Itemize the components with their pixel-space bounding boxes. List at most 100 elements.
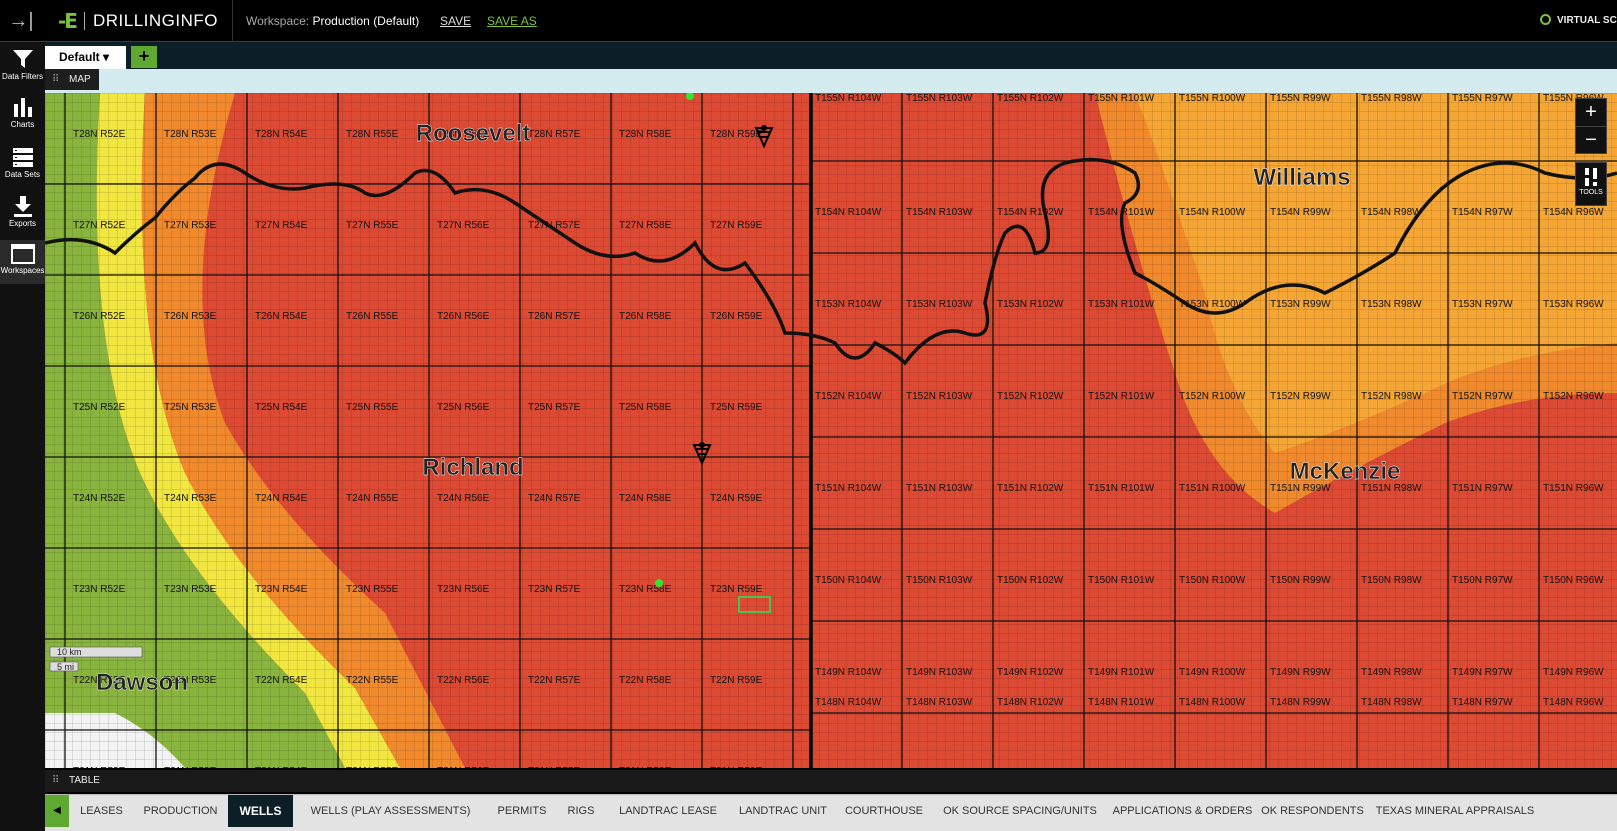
township-label: T153N R102W [997,299,1064,310]
target-icon [1540,14,1551,25]
filter-icon [12,50,33,68]
township-label: T150N R102W [997,575,1064,586]
sidebar-item-exports[interactable]: Exports [0,195,45,228]
tab-applications-orders[interactable]: APPLICATIONS & ORDERS [1108,795,1257,827]
drillinginfo-logo[interactable]: -E DRILLINGINFO [58,9,218,33]
township-label: T151N R97W [1452,483,1513,494]
logo-separator [83,12,85,30]
township-label: T149N R98W [1361,667,1422,678]
township-label: T24N R57E [528,493,581,504]
well-point-icon[interactable] [655,579,663,587]
township-label: T24N R52E [73,493,126,504]
township-label: T24N R53E [164,493,217,504]
download-icon [13,196,32,217]
township-label: T25N R59E [710,402,763,413]
township-label: T26N R54E [255,311,308,322]
scale-km-label: 10 km [57,647,82,657]
save-as-button[interactable]: SAVE AS [487,14,537,28]
township-label: T149N R104W [815,667,882,678]
township-label: T28N R55E [346,129,399,140]
township-label: T26N R52E [73,311,126,322]
township-label: T155N R99W [1270,93,1331,104]
township-label: T148N R102W [997,697,1064,708]
tab-permits[interactable]: PERMITS [488,795,556,827]
township-label: T153N R100W [1179,299,1246,310]
collapse-sidebar-icon[interactable]: →| [6,6,36,36]
county-label: Williams [1253,164,1350,191]
township-label: T148N R98W [1361,697,1422,708]
tab-texas-mineral-appraisals[interactable]: TEXAS MINERAL APPRAISALS [1368,795,1542,827]
sidebar-item-data-filters[interactable]: Data Filters [0,48,45,81]
tab-landtrac-unit[interactable]: LANDTRAC UNIT [730,795,836,827]
sidebar-item-data-sets[interactable]: Data Sets [0,146,45,179]
township-label: T152N R96W [1543,391,1604,402]
add-tab-button[interactable]: + [131,46,157,68]
township-label: T151N R96W [1543,483,1604,494]
zoom-out-button[interactable]: − [1576,126,1606,153]
sidebar-item-label: Exports [8,219,37,228]
tab-rigs[interactable]: RIGS [556,795,606,827]
township-label: T21N R58E [619,766,672,768]
township-label: T25N R53E [164,402,217,413]
township-label: T25N R56E [437,402,490,413]
tab-wells[interactable]: WELLS [228,795,293,827]
township-label: T149N R100W [1179,667,1246,678]
township-label: T21N R57E [528,766,581,768]
township-label: T27N R56E [437,220,490,231]
tabs-scroll-left-button[interactable]: ◀ [45,795,69,827]
county-label: Roosevelt [416,120,531,147]
township-label: T27N R57E [528,220,581,231]
left-sidebar: Data Filters Charts Data Sets Exports Wo… [0,42,45,831]
sidebar-item-label: Data Filters [2,72,43,81]
tab-production[interactable]: PRODUCTION [133,795,228,827]
virtual-scout-link[interactable]: VIRTUAL SCO [1540,14,1617,26]
bar-chart-icon [13,98,32,117]
save-button[interactable]: SAVE [440,14,471,28]
map-panel-header[interactable]: MAP [45,69,99,90]
township-label: T153N R101W [1088,299,1155,310]
tab-ok-source-spacing-units[interactable]: OK SOURCE SPACING/UNITS [932,795,1108,827]
township-label: T21N R54E [255,766,308,768]
township-label: T154N R102W [997,207,1064,218]
township-label: T23N R59E [710,584,763,595]
township-label: T149N R102W [997,667,1064,678]
township-label: T151N R102W [997,483,1064,494]
township-label: T149N R96W [1543,667,1604,678]
township-label: T27N R53E [164,220,217,231]
tools-button[interactable]: TOOLS [1575,162,1607,206]
township-label: T21N R56E [437,766,490,768]
tab-default[interactable]: Default ▾ [45,46,126,69]
table-panel-label[interactable]: TABLE [45,770,108,792]
county-label: Dawson [96,669,188,696]
tab-landtrac-lease[interactable]: LANDTRAC LEASE [606,795,730,827]
township-label: T28N R52E [73,129,126,140]
workspace-name: Production (Default) [312,14,420,28]
tab-courthouse[interactable]: COURTHOUSE [836,795,932,827]
township-label: T154N R100W [1179,207,1246,218]
zoom-in-button[interactable]: + [1576,99,1606,126]
tab-wells-play-assessments[interactable]: WELLS (PLAY ASSESSMENTS) [293,795,488,827]
township-label: T154N R103W [906,207,973,218]
township-label: T152N R97W [1452,391,1513,402]
township-label: T26N R53E [164,311,217,322]
township-label: T155N R104W [815,93,882,104]
map-panel: MAP T28N R52E T28N R53E T28N R54E T28N R55E… [45,69,1617,768]
township-label: T27N R58E [619,220,672,231]
tools-label: TOOLS [1579,189,1603,196]
tab-leases[interactable]: LEASES [70,795,133,827]
township-label: T152N R103W [906,391,973,402]
township-label: T26N R58E [619,311,672,322]
table-panel-header: TABLE [45,770,1617,792]
dataset-icon [12,148,33,167]
map-canvas[interactable]: T28N R52E T28N R53E T28N R54E T28N R55E T28N… [45,93,1617,768]
township-label: T151N R101W [1088,483,1155,494]
township-label: T24N R54E [255,493,308,504]
tab-ok-respondents[interactable]: OK RESPONDENTS [1257,795,1368,827]
township-label: T149N R97W [1452,667,1513,678]
sidebar-item-workspaces[interactable]: Workspaces [0,240,45,284]
township-label: T28N R54E [255,129,308,140]
township-label: T26N R56E [437,311,490,322]
township-label: T21N R53E [164,766,217,768]
sidebar-item-charts[interactable]: Charts [0,96,45,129]
workspace-indicator: Workspace: Production (Default) [246,14,419,28]
